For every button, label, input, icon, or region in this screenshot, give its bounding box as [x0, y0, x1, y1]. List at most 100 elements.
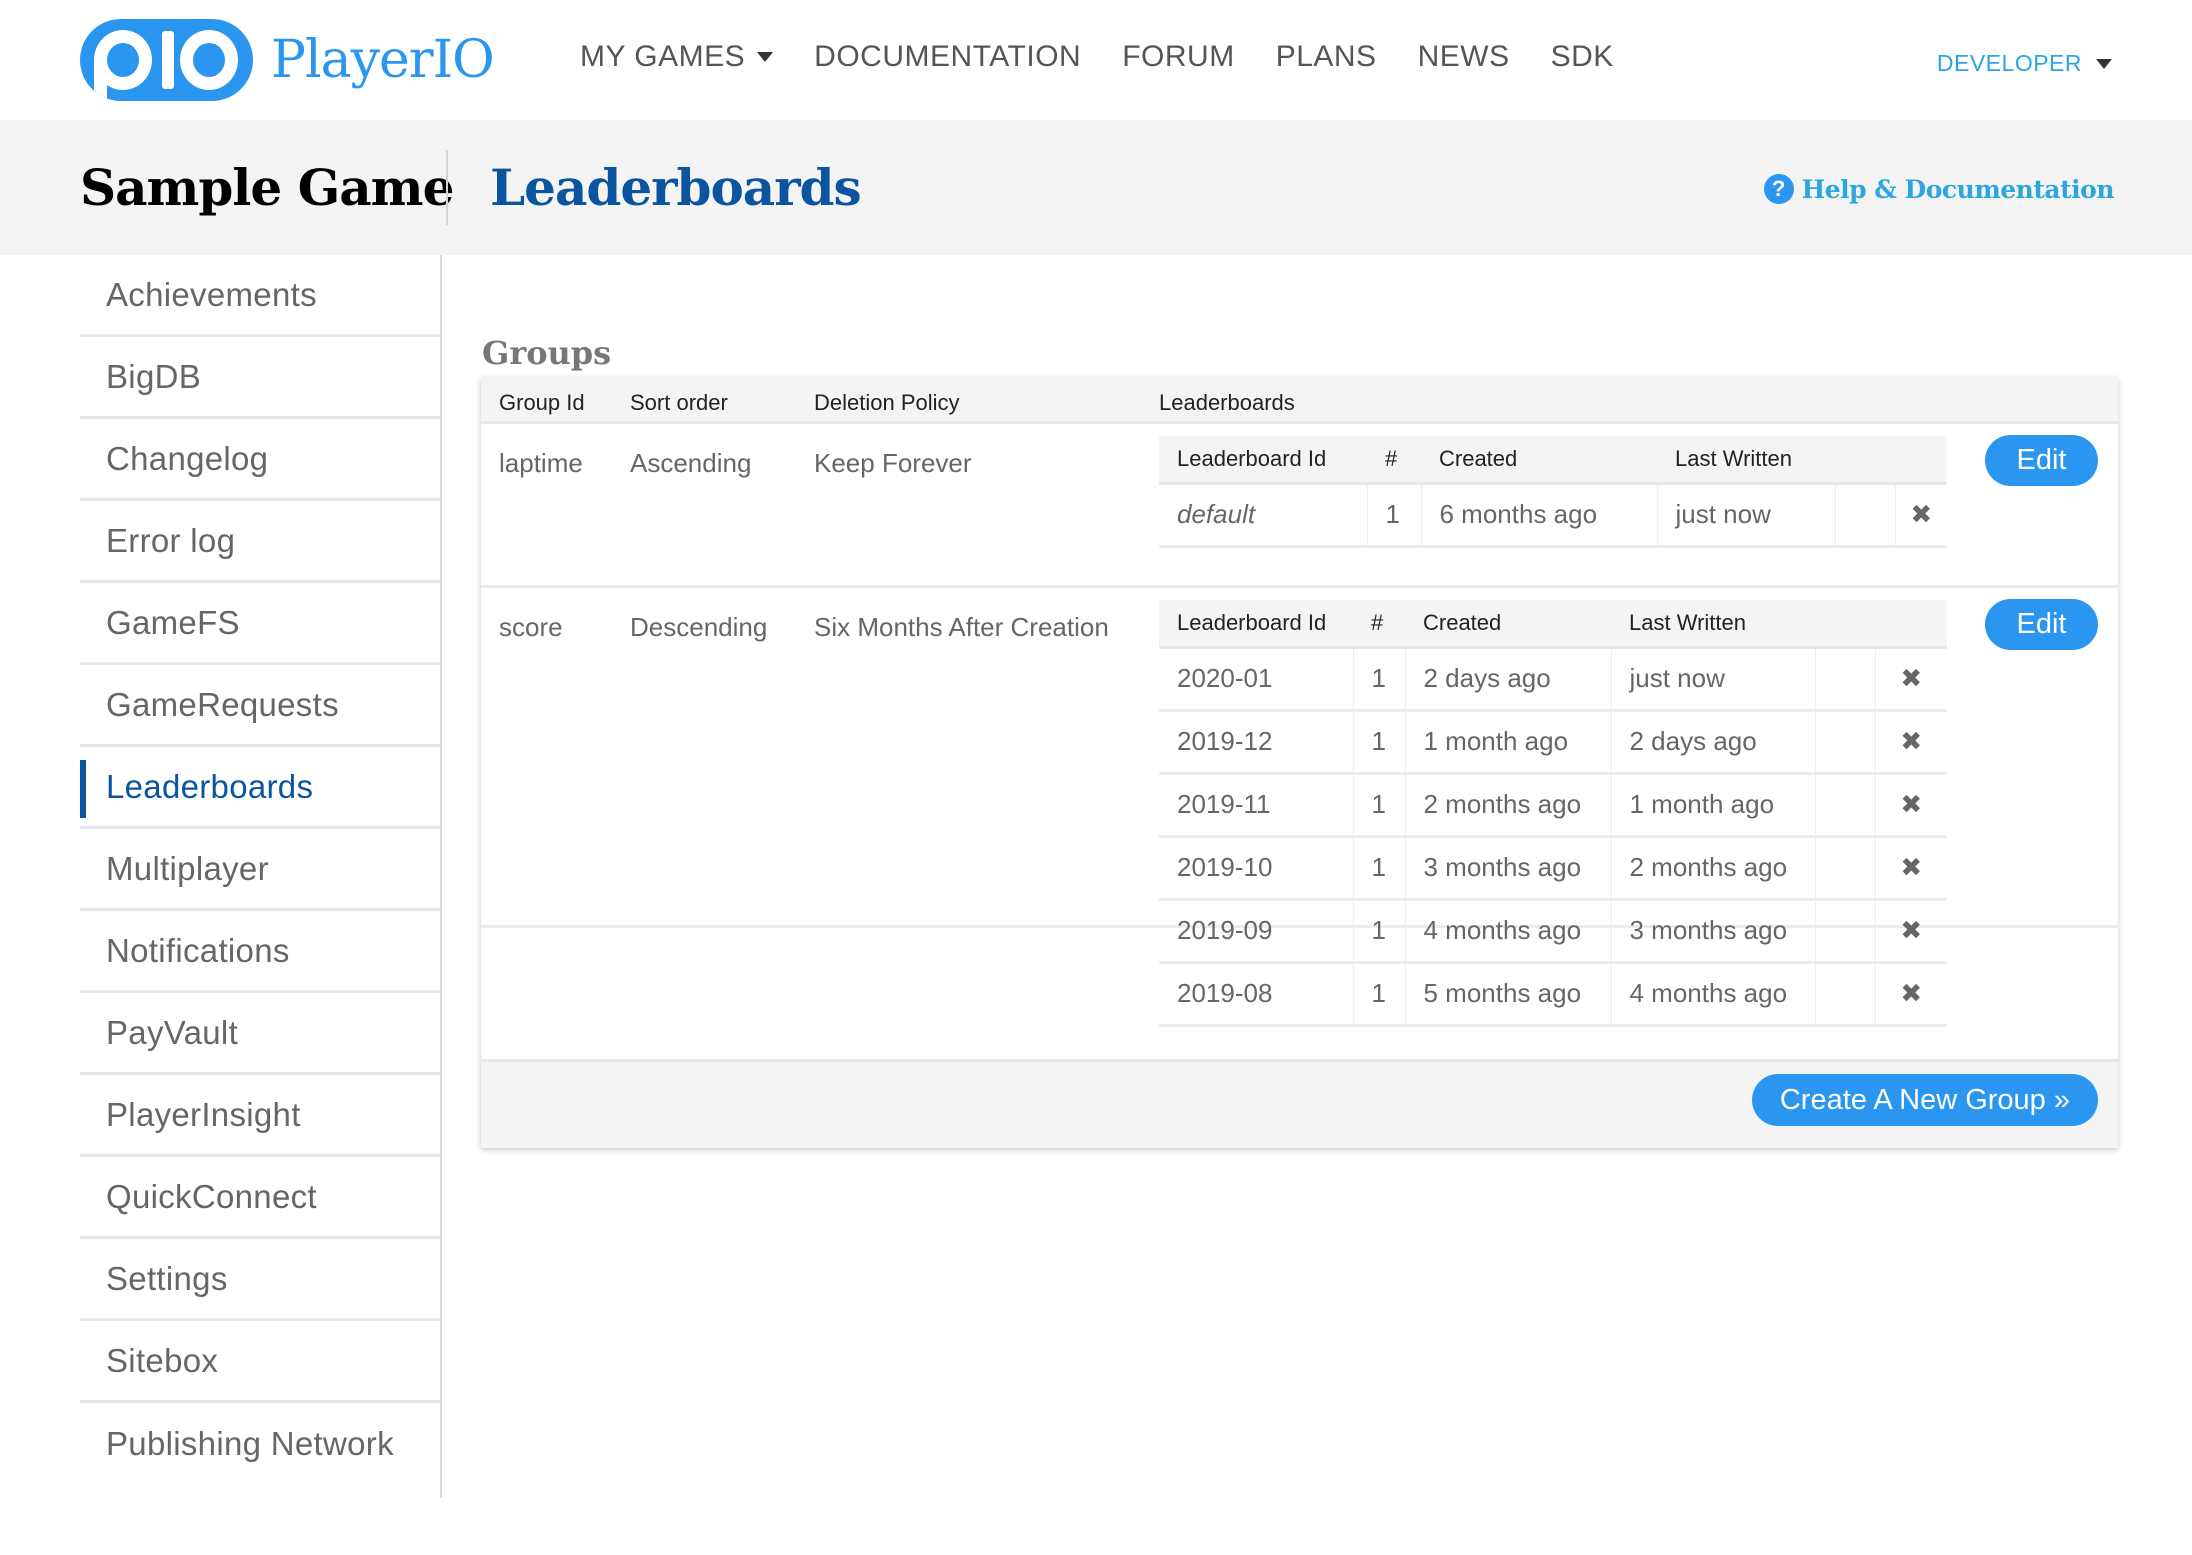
leaderboard-count: 1 [1353, 836, 1406, 901]
nav-plans[interactable]: PLANS [1276, 40, 1377, 74]
sidebar: Achievements BigDB Changelog Error log GameF… [80, 255, 440, 1485]
sidebar-divider [440, 255, 442, 1498]
groups-panel-footer: Create A New Group » [481, 1059, 2118, 1148]
nav-documentation[interactable]: DOCUMENTATION [814, 40, 1081, 74]
groups-table-body: laptime Ascending Keep Forever Leaderboard … [481, 424, 2118, 1027]
help-documentation-link[interactable]: ? Help & Documentation [1763, 174, 2115, 204]
leaderboard-created: 5 months ago [1405, 962, 1612, 1027]
col-group-id: Group Id [499, 390, 585, 415]
sidebar-item-gamefs[interactable]: GameFS [80, 583, 440, 665]
lb-col-created: Created [1421, 436, 1657, 485]
delete-leaderboard-button[interactable]: ✖ [1875, 899, 1947, 964]
group-id-cell: score [499, 612, 563, 642]
col-deletion-policy: Deletion Policy [814, 390, 960, 415]
leaderboards-header-row: Leaderboard Id # Created Last Written [1159, 436, 1947, 485]
playerio-logo[interactable]: PlayerIO [80, 18, 495, 102]
sidebar-item-payvault[interactable]: PayVault [80, 993, 440, 1075]
leaderboard-spacer [1815, 647, 1876, 712]
delete-leaderboard-button[interactable]: ✖ [1875, 836, 1947, 901]
leaderboard-last-written: 2 months ago [1611, 836, 1816, 901]
lb-col-empty [1875, 600, 1947, 649]
group-id-cell: laptime [499, 448, 583, 478]
leaderboard-id-link[interactable]: 2019-08 [1159, 962, 1354, 1027]
sidebar-item-notifications[interactable]: Notifications [80, 911, 440, 993]
leaderboard-id-link[interactable]: 2019-09 [1159, 899, 1354, 964]
delete-x-icon: ✖ [1900, 852, 1923, 882]
leaderboard-created: 4 months ago [1405, 899, 1612, 964]
delete-leaderboard-button[interactable]: ✖ [1875, 962, 1947, 1027]
delete-x-icon: ✖ [1910, 499, 1933, 529]
sort-order-cell: Ascending [630, 448, 752, 478]
caret-down-icon [757, 52, 774, 62]
edit-group-button[interactable]: Edit [1985, 435, 2098, 486]
leaderboards-table: Leaderboard Id # Created Last Written defaul… [1159, 436, 1947, 548]
leaderboard-count: 1 [1353, 899, 1406, 964]
leaderboard-id-link[interactable]: 2019-12 [1159, 710, 1354, 775]
nav-forum[interactable]: FORUM [1122, 40, 1234, 74]
sidebar-item-sitebox[interactable]: Sitebox [80, 1321, 440, 1403]
delete-leaderboard-button[interactable]: ✖ [1875, 647, 1947, 712]
delete-leaderboard-button[interactable]: ✖ [1895, 483, 1947, 548]
leaderboard-row: 2019-08 1 5 months ago 4 months ago ✖ [1159, 962, 1947, 1027]
lb-col-id: Leaderboard Id [1159, 600, 1353, 649]
delete-leaderboard-button[interactable]: ✖ [1875, 710, 1947, 775]
help-documentation-label: Help & Documentation [1801, 174, 2115, 204]
edit-group-button[interactable]: Edit [1985, 599, 2098, 650]
sidebar-item-achievements[interactable]: Achievements [80, 255, 440, 337]
sidebar-item-quickconnect[interactable]: QuickConnect [80, 1157, 440, 1239]
create-new-group-button[interactable]: Create A New Group » [1751, 1074, 2098, 1126]
sidebar-item-leaderboards[interactable]: Leaderboards [80, 747, 440, 829]
group-row: laptime Ascending Keep Forever Leaderboard … [481, 424, 2118, 588]
leaderboard-row: 2019-09 1 4 months ago 3 months ago ✖ [1159, 899, 1947, 964]
delete-leaderboard-button[interactable]: ✖ [1875, 773, 1947, 838]
developer-menu[interactable]: DEVELOPER [1937, 50, 2112, 77]
sidebar-item-error-log[interactable]: Error log [80, 501, 440, 583]
delete-x-icon: ✖ [1900, 789, 1923, 819]
leaderboard-created: 6 months ago [1421, 483, 1658, 548]
groups-table-header: Group Id Sort order Deletion Policy Lead… [481, 377, 2118, 424]
leaderboards-header-row: Leaderboard Id # Created Last Written [1159, 600, 1947, 649]
caret-down-icon [2096, 58, 2112, 69]
leaderboard-row: 2019-12 1 1 month ago 2 days ago ✖ [1159, 710, 1947, 775]
leaderboard-created: 3 months ago [1405, 836, 1612, 901]
question-circle-icon: ? [1763, 174, 1794, 204]
sidebar-item-playerinsight[interactable]: PlayerInsight [80, 1075, 440, 1157]
leaderboard-last-written: just now [1611, 647, 1816, 712]
lb-col-id: Leaderboard Id [1159, 436, 1367, 485]
sidebar-item-multiplayer[interactable]: Multiplayer [80, 829, 440, 911]
delete-x-icon: ✖ [1900, 663, 1923, 693]
leaderboard-id-link[interactable]: 2019-10 [1159, 836, 1354, 901]
leaderboard-last-written: 4 months ago [1611, 962, 1816, 1027]
developer-menu-label: DEVELOPER [1936, 50, 2082, 76]
leaderboard-last-written: 2 days ago [1611, 710, 1816, 775]
lb-col-count: # [1367, 436, 1421, 485]
brand-name: PlayerIO [271, 30, 495, 90]
groups-panel: Group Id Sort order Deletion Policy Lead… [481, 377, 2118, 1148]
sidebar-item-changelog[interactable]: Changelog [80, 419, 440, 501]
sidebar-item-gamerequests[interactable]: GameRequests [80, 665, 440, 747]
leaderboard-id-link[interactable]: 2020-01 [1159, 647, 1354, 712]
delete-x-icon: ✖ [1900, 726, 1923, 756]
nav-my-games[interactable]: MY GAMES [580, 40, 774, 74]
leaderboard-spacer [1815, 710, 1876, 775]
page-header: Sample Game Leaderboards ? Help & Docume… [0, 120, 2192, 255]
sidebar-item-publishing-network[interactable]: Publishing Network [80, 1403, 440, 1485]
lb-col-created: Created [1405, 600, 1611, 649]
main-menu: MY GAMES DOCUMENTATION FORUM PLANS NEWS … [580, 40, 1655, 74]
top-navigation: PlayerIO MY GAMES DOCUMENTATION FORUM PL… [0, 0, 2192, 120]
lb-col-empty [1815, 600, 1875, 649]
leaderboard-id-link[interactable]: default [1159, 483, 1368, 548]
nav-sdk[interactable]: SDK [1551, 40, 1614, 74]
leaderboard-row: 2020-01 1 2 days ago just now ✖ [1159, 647, 1947, 712]
leaderboard-count: 1 [1353, 647, 1406, 712]
deletion-policy-cell: Keep Forever [814, 448, 972, 478]
leaderboard-spacer [1815, 836, 1876, 901]
sidebar-item-settings[interactable]: Settings [80, 1239, 440, 1321]
nav-news[interactable]: NEWS [1418, 40, 1510, 74]
leaderboard-spacer [1815, 773, 1876, 838]
sidebar-item-bigdb[interactable]: BigDB [80, 337, 440, 419]
leaderboard-id-link[interactable]: 2019-11 [1159, 773, 1354, 838]
leaderboard-created: 1 month ago [1405, 710, 1612, 775]
leaderboard-spacer [1815, 962, 1876, 1027]
leaderboard-created: 2 months ago [1405, 773, 1612, 838]
